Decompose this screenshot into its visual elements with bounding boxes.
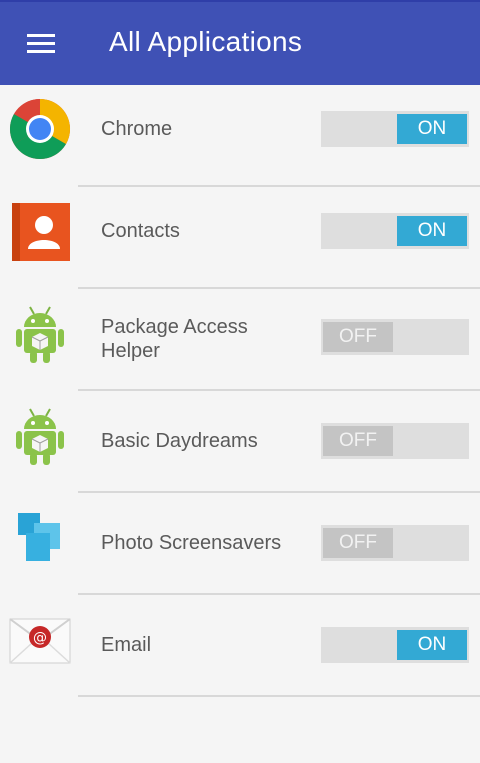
- app-name: Contacts: [101, 220, 180, 242]
- photo-screensavers-icon: [18, 513, 60, 561]
- list-item-contacts: Contacts ON: [0, 187, 480, 289]
- hamburger-menu-icon[interactable]: [18, 24, 62, 64]
- toggle-state: OFF: [323, 426, 393, 456]
- android-icon: [16, 408, 64, 465]
- email-toggle[interactable]: ON: [321, 627, 469, 663]
- list-item-chrome: Chrome ON: [0, 85, 480, 187]
- package-access-helper-toggle[interactable]: OFF: [321, 319, 469, 355]
- app-list: Chrome ON Contacts ON Package Access Hel…: [0, 85, 480, 697]
- app-name: Basic Daydreams: [101, 430, 258, 452]
- toggle-state: ON: [397, 114, 467, 144]
- chrome-toggle[interactable]: ON: [321, 111, 469, 147]
- divider: [78, 695, 480, 697]
- toggle-state: OFF: [323, 322, 393, 352]
- app-name: Photo Screensavers: [101, 532, 282, 554]
- list-item-email: @ Email ON: [0, 595, 480, 697]
- page-title: All Applications: [109, 26, 303, 57]
- app-name-line2: Helper: [101, 340, 160, 362]
- android-icon: [16, 306, 64, 363]
- email-icon: @: [9, 618, 71, 664]
- toggle-state: ON: [397, 216, 467, 246]
- app-name: Package Access Helper: [101, 315, 311, 363]
- list-item-package-access-helper: Package Access Helper OFF: [0, 289, 480, 391]
- toggle-state: OFF: [323, 528, 393, 558]
- contacts-icon: [12, 203, 70, 261]
- svg-text:@: @: [33, 630, 47, 646]
- list-item-photo-screensavers: Photo Screensavers OFF: [0, 493, 480, 595]
- app-name: Chrome: [101, 118, 173, 140]
- list-item-basic-daydreams: Basic Daydreams OFF: [0, 391, 480, 493]
- app-bar: All Applications: [0, 2, 480, 85]
- contacts-toggle[interactable]: ON: [321, 213, 469, 249]
- basic-daydreams-toggle[interactable]: OFF: [321, 423, 469, 459]
- toggle-state: ON: [397, 630, 467, 660]
- chrome-icon: [9, 98, 71, 160]
- app-name: Email: [101, 634, 152, 656]
- photo-screensavers-toggle[interactable]: OFF: [321, 525, 469, 561]
- app-name-line1: Package Access: [101, 316, 248, 338]
